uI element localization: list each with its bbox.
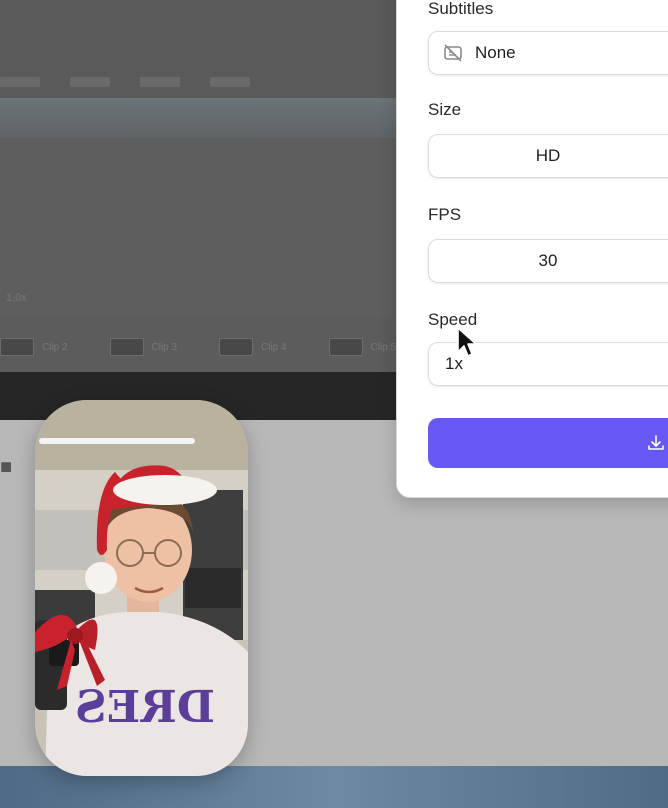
size-select[interactable]: HD [428, 134, 668, 178]
fps-select[interactable]: 30 [428, 239, 668, 283]
background-preview-strip [0, 98, 420, 138]
background-speed-readout: 1.0x [6, 292, 27, 304]
subtitles-select[interactable]: None [428, 31, 668, 75]
clip-label: Clip 4 [261, 341, 287, 353]
clip-label: Clip 3 [151, 341, 178, 353]
webcam-feed-image: DRES [35, 400, 248, 776]
clip-thumbnail [328, 338, 363, 356]
shirt-text: DRES [75, 682, 215, 733]
download-icon [648, 435, 664, 450]
fps-label: FPS [428, 205, 462, 224]
background-toolbar-chip [70, 77, 110, 87]
subtitles-value: None [475, 43, 516, 62]
background-clip: Clip 2 [0, 338, 92, 356]
fps-value: 30 [538, 251, 558, 270]
subtitles-off-icon [444, 44, 462, 62]
clip-thumbnail [0, 338, 34, 356]
size-label: Size [428, 100, 462, 119]
mouse-cursor-icon [457, 327, 477, 357]
background-editor-toolbar [0, 66, 420, 98]
export-button[interactable] [428, 418, 668, 468]
webcam-bubble[interactable]: DRES [35, 400, 248, 776]
background-toolbar-chip [0, 77, 40, 87]
background-toolbar-chip [140, 77, 180, 87]
clip-label: Clip 5 [370, 341, 397, 353]
background-clip-track: Clip 2 Clip 3 Clip 4 Clip 5 [0, 330, 420, 364]
background-preview-area [0, 138, 420, 318]
background-clip: Clip 4 [219, 338, 311, 356]
clip-thumbnail [219, 338, 253, 356]
background-toolbar-chip [210, 77, 250, 87]
size-value: HD [535, 146, 561, 165]
background-clip: Clip 3 [109, 338, 202, 356]
clip-label: Clip 2 [42, 341, 68, 353]
subtitles-label: Subtitles [428, 0, 494, 18]
background-logo-icon: ■ [0, 456, 13, 478]
clip-thumbnail [109, 338, 144, 356]
export-settings-panel: Subtitles None Size HD FPS 30 Speed 1x [396, 0, 668, 498]
background-editor-window: 1.0x Clip 2 Clip 3 Clip 4 Clip 5 [0, 0, 420, 420]
